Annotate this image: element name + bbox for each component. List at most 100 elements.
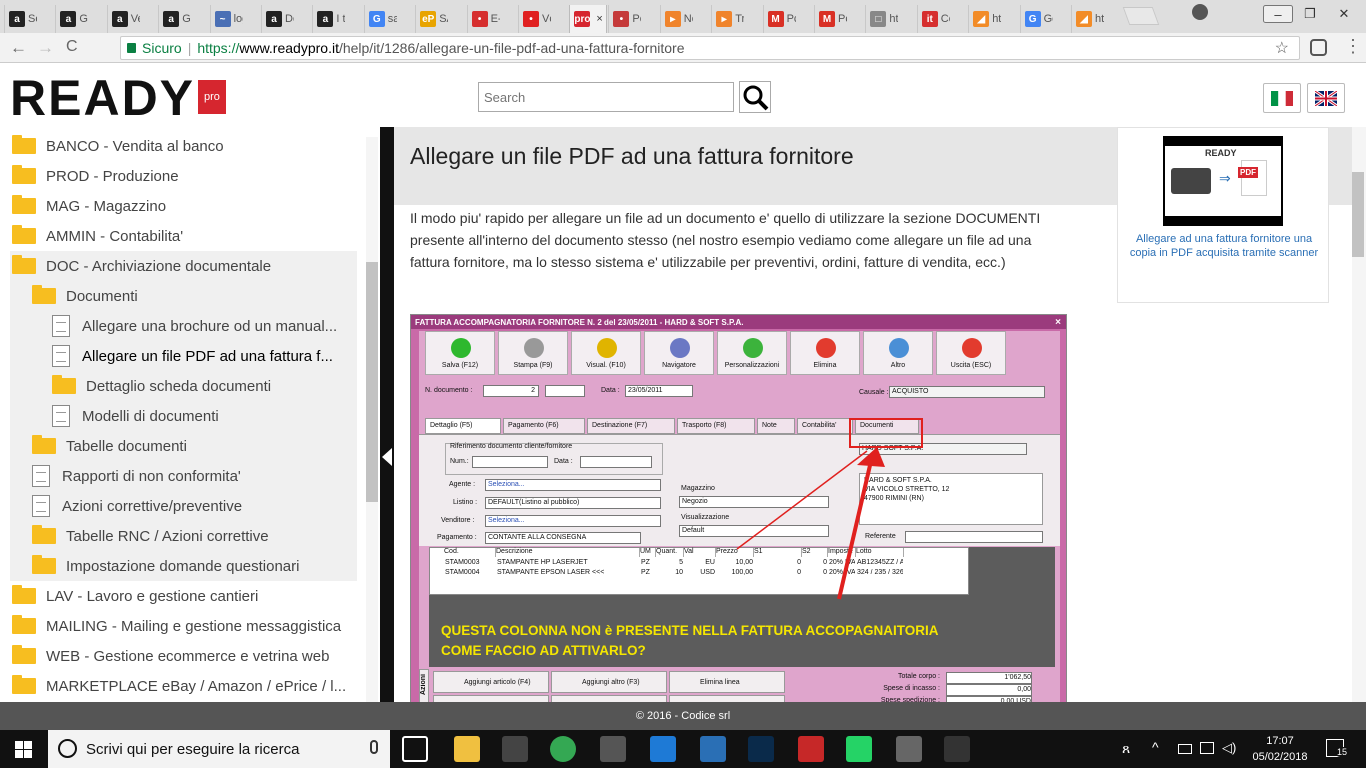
browser-tab[interactable]: aI t: [312, 5, 345, 33]
tree-item-label: AMMIN - Contabilita': [46, 227, 184, 245]
help-navigation-tree: BANCO - Vendita al banco PROD - Produzion…: [0, 127, 380, 702]
microphone-icon[interactable]: [370, 740, 378, 754]
forward-arrow-icon[interactable]: →: [37, 38, 54, 58]
tab-favicon-icon: a: [266, 11, 282, 27]
browser-tab[interactable]: aGe: [55, 5, 88, 33]
browser-tab[interactable]: aVe: [106, 5, 140, 33]
browser-tab[interactable]: Gsa: [363, 5, 397, 33]
tree-item[interactable]: Azioni correttive/preventive: [32, 491, 242, 521]
scanner-app-icon[interactable]: [896, 736, 922, 762]
whatsapp-icon[interactable]: [846, 736, 872, 762]
taskbar-search-box[interactable]: Scrivi qui per eseguire la ricerca: [48, 730, 390, 768]
italian-flag-button[interactable]: [1263, 83, 1301, 113]
uk-flag-icon: [1315, 90, 1337, 106]
network-icon[interactable]: [1200, 742, 1214, 754]
tree-item[interactable]: LAV - Lavoro e gestione cantieri: [12, 581, 258, 611]
tree-item[interactable]: MAILING - Mailing e gestione messaggisti…: [12, 611, 341, 641]
file-explorer-icon[interactable]: [454, 736, 480, 762]
related-article-link[interactable]: Allegare ad una fattura fornitore una co…: [1126, 232, 1322, 260]
edge-icon[interactable]: [650, 736, 676, 762]
tree-item[interactable]: Impostazione domande questionari: [32, 551, 299, 581]
tree-item[interactable]: Rapporti di non conformita': [32, 461, 241, 491]
maximize-window-button[interactable]: ❐: [1295, 5, 1325, 23]
tab-title: ht: [1095, 13, 1104, 25]
close-window-button[interactable]: ✕: [1329, 5, 1359, 23]
browser-tab[interactable]: aDe: [261, 5, 294, 33]
new-tab-button[interactable]: [1123, 7, 1160, 25]
browser-tab[interactable]: ▸Ne: [659, 5, 693, 33]
tree-item[interactable]: BANCO - Vendita al banco: [12, 131, 224, 161]
search-button[interactable]: [739, 81, 771, 113]
notifications-icon[interactable]: 15: [1326, 739, 1350, 757]
browser-tab[interactable]: GGc: [1019, 5, 1053, 33]
task-view-icon[interactable]: [402, 736, 428, 762]
sidebar-scrollbar-thumb[interactable]: [366, 262, 378, 502]
browser-tab[interactable]: ◢ ht: [1071, 5, 1104, 33]
browser-tab[interactable]: •Pc: [608, 5, 641, 33]
tree-item[interactable]: Dettaglio scheda documenti: [52, 371, 271, 401]
tree-item[interactable]: AMMIN - Contabilita': [12, 221, 183, 251]
browser-tab[interactable]: ~log: [209, 5, 243, 33]
tree-item-label: MAG - Magazzino: [46, 197, 167, 215]
back-arrow-icon[interactable]: ←: [10, 38, 27, 58]
browser-menu-icon[interactable]: ⋮: [1344, 36, 1362, 57]
tree-item[interactable]: PROD - Produzione: [12, 161, 179, 191]
page-scrollbar-thumb[interactable]: [1352, 172, 1364, 257]
tree-item[interactable]: Tabelle RNC / Azioni correttive: [32, 521, 269, 551]
tree-item[interactable]: MARKETPLACE eBay / Amazon / ePrice / l..…: [12, 671, 346, 701]
tree-item[interactable]: WEB - Gestione ecommerce e vetrina web: [12, 641, 329, 671]
start-button[interactable]: [0, 730, 48, 768]
volume-icon[interactable]: ◁): [1222, 740, 1236, 756]
address-bar[interactable]: Sicuro | https:// www.readypro.it /help/…: [120, 36, 1300, 60]
search-input[interactable]: [478, 82, 734, 112]
mail-client-icon[interactable]: [700, 736, 726, 762]
extension-icon[interactable]: [1310, 39, 1327, 56]
tree-item[interactable]: MAG - Magazzino: [12, 191, 166, 221]
scanner-icon: [1171, 168, 1211, 194]
close-tab-icon[interactable]: ×: [596, 13, 602, 25]
close-icon: ×: [1055, 317, 1061, 328]
browser-tab[interactable]: MPc: [762, 5, 796, 33]
battery-icon[interactable]: [1178, 744, 1192, 754]
collapse-arrow-icon[interactable]: [382, 448, 392, 466]
photoshop-icon[interactable]: [748, 736, 774, 762]
browser-tab[interactable]: ePSA: [415, 5, 448, 33]
related-article-card[interactable]: READY ⇒ PDF Allegare ad una fattura forn…: [1117, 127, 1329, 303]
thin-annotation-arrow: [736, 450, 868, 550]
browser-tab[interactable]: itCc: [916, 5, 950, 33]
tree-item[interactable]: Documenti: [32, 281, 138, 311]
tree-item[interactable]: DOC - Archiviazione documentale: [12, 251, 271, 281]
folder-icon: [12, 225, 36, 244]
tree-item[interactable]: Allegare una brochure od un manual...: [52, 311, 337, 341]
readypro-logo[interactable]: READY pro: [10, 73, 226, 123]
strawberry-app-icon[interactable]: [798, 736, 824, 762]
browser-tab[interactable]: □ ht: [865, 5, 898, 33]
people-icon[interactable]: ጸ: [1122, 740, 1130, 757]
browser-tab[interactable]: MPc: [814, 5, 847, 33]
browser-tab[interactable]: ◢ ht: [968, 5, 1001, 33]
english-flag-button[interactable]: [1307, 83, 1345, 113]
invoice-window-body: Salva (F12) Stampa (F9) Visual. (F10) Navig…: [419, 331, 1060, 702]
chrome-icon[interactable]: [550, 736, 576, 762]
minimize-window-button[interactable]: –: [1263, 5, 1293, 23]
browser-tab[interactable]: ▸ Tr: [711, 5, 744, 33]
reload-icon[interactable]: C: [66, 38, 78, 56]
browser-tab[interactable]: aGe: [158, 5, 191, 33]
calculator-icon[interactable]: [600, 736, 626, 762]
browser-tab[interactable]: •Vc: [518, 5, 551, 33]
tree-item[interactable]: Modelli di documenti: [52, 401, 219, 431]
sidebar-collapse-bar[interactable]: [380, 127, 394, 702]
tree-item[interactable]: Allegare un file PDF ad una fattura f...: [52, 341, 333, 371]
browser-tab[interactable]: pro ×: [569, 5, 608, 33]
browser-tab[interactable]: aSe: [4, 5, 37, 33]
system-clock[interactable]: 17:07 05/02/2018: [1245, 733, 1315, 765]
tray-expand-icon[interactable]: ^: [1152, 739, 1159, 755]
bookmark-star-icon[interactable]: ☆: [1275, 38, 1289, 58]
store-icon[interactable]: [502, 736, 528, 762]
profile-avatar-icon[interactable]: [1192, 4, 1208, 20]
tree-item[interactable]: Tabelle documenti: [32, 431, 187, 461]
photos-icon[interactable]: [944, 736, 970, 762]
browser-tab[interactable]: •E-: [466, 5, 500, 33]
invoice-window-screenshot: FATTURA ACCOMPAGNATORIA FORNITORE N. 2 d…: [410, 314, 1067, 702]
windows-logo-icon: [15, 741, 32, 758]
